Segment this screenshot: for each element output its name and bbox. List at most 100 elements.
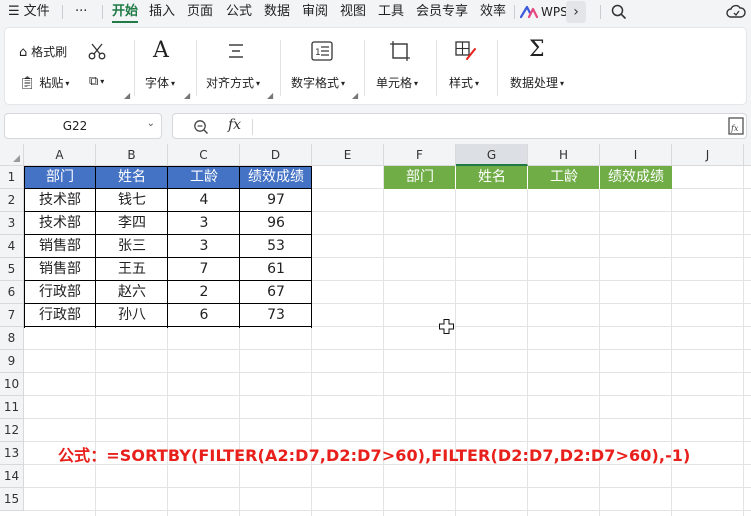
tab-insert[interactable]: 插入: [149, 3, 175, 21]
source-data-cell[interactable]: 行政部: [24, 304, 96, 327]
data-processing-button[interactable]: 数据处理 ▾: [510, 74, 564, 91]
source-header-cell[interactable]: 部门: [24, 166, 96, 189]
dialog-launcher-icon[interactable]: ◢: [352, 91, 358, 100]
source-data-cell[interactable]: 53: [240, 235, 312, 258]
row-header-11[interactable]: 11: [0, 396, 24, 419]
source-data-cell[interactable]: 67: [240, 281, 312, 304]
column-header-e[interactable]: E: [312, 144, 384, 166]
select-all-corner[interactable]: [0, 144, 24, 166]
source-data-cell[interactable]: 赵六: [96, 281, 168, 304]
file-menu[interactable]: ☰ 文件: [8, 3, 50, 21]
column-header-j[interactable]: J: [672, 144, 744, 166]
gridline-horizontal: [24, 487, 751, 488]
source-data-cell[interactable]: 61: [240, 258, 312, 281]
source-data-cell[interactable]: 3: [168, 235, 240, 258]
chevron-down-icon: ▾: [65, 79, 70, 88]
column-header-extra[interactable]: [744, 144, 751, 166]
style-button[interactable]: 样式 ▾: [449, 74, 479, 91]
source-data-cell[interactable]: 行政部: [24, 281, 96, 304]
result-header-cell[interactable]: 工龄: [528, 166, 600, 189]
cloud-sync-icon[interactable]: [726, 4, 746, 20]
source-data-cell[interactable]: 6: [168, 304, 240, 327]
row-header-4[interactable]: 4: [0, 235, 24, 258]
row-header-6[interactable]: 6: [0, 281, 24, 304]
row-header-5[interactable]: 5: [0, 258, 24, 281]
source-data-cell[interactable]: 97: [240, 189, 312, 212]
column-header-f[interactable]: F: [384, 144, 456, 166]
cell-button[interactable]: 单元格 ▾: [376, 74, 418, 91]
column-header-b[interactable]: B: [96, 144, 168, 166]
row-header-12[interactable]: 12: [0, 419, 24, 442]
row-header-13[interactable]: 13: [0, 442, 24, 465]
dialog-launcher-icon[interactable]: ◢: [267, 91, 273, 100]
source-data-cell[interactable]: 张三: [96, 235, 168, 258]
result-header-cell[interactable]: 部门: [384, 166, 456, 189]
row-header-7[interactable]: 7: [0, 304, 24, 327]
format-painter-button[interactable]: ⌂ 格式刷: [19, 43, 67, 60]
result-header-cell[interactable]: 姓名: [456, 166, 528, 189]
tab-efficiency[interactable]: 效率: [480, 3, 506, 21]
source-data-cell[interactable]: 销售部: [24, 235, 96, 258]
source-data-cell[interactable]: 技术部: [24, 212, 96, 235]
source-data-cell[interactable]: 技术部: [24, 189, 96, 212]
source-data-cell[interactable]: 李四: [96, 212, 168, 235]
formula-input[interactable]: fx fx: [172, 113, 747, 139]
row-header-10[interactable]: 10: [0, 373, 24, 396]
source-data-cell[interactable]: 2: [168, 281, 240, 304]
chevron-right-icon[interactable]: ›: [566, 1, 586, 23]
cut-icon[interactable]: [88, 42, 106, 60]
more-menu-button[interactable]: ···: [75, 3, 87, 21]
source-header-cell[interactable]: 绩效成绩: [240, 166, 312, 189]
search-icon[interactable]: [611, 4, 627, 20]
source-header-cell[interactable]: 姓名: [96, 166, 168, 189]
tab-home[interactable]: 开始: [112, 3, 138, 21]
copy-button[interactable]: ⧉ ▾: [89, 74, 104, 89]
alignment-button[interactable]: 对齐方式 ▾: [206, 74, 260, 91]
dialog-launcher-icon[interactable]: ◢: [184, 91, 190, 100]
row-header-8[interactable]: 8: [0, 327, 24, 350]
row-header-2[interactable]: 2: [0, 189, 24, 212]
row-header-14[interactable]: 14: [0, 465, 24, 488]
source-data-cell[interactable]: 3: [168, 212, 240, 235]
row-header-9[interactable]: 9: [0, 350, 24, 373]
table-border: [24, 166, 312, 167]
source-data-cell[interactable]: 7: [168, 258, 240, 281]
column-header-h[interactable]: H: [528, 144, 600, 166]
source-header-cell[interactable]: 工龄: [168, 166, 240, 189]
row-header-3[interactable]: 3: [0, 212, 24, 235]
source-data-cell[interactable]: 王五: [96, 258, 168, 281]
tab-formula[interactable]: 公式: [226, 3, 252, 21]
tab-data[interactable]: 数据: [264, 3, 290, 21]
tab-page[interactable]: 页面: [187, 3, 213, 21]
font-button[interactable]: 字体 ▾: [145, 74, 175, 91]
wps-logo-icon: [520, 5, 538, 19]
source-data-cell[interactable]: 钱七: [96, 189, 168, 212]
source-data-cell[interactable]: 73: [240, 304, 312, 327]
number-format-button[interactable]: 数字格式 ▾: [291, 74, 345, 91]
fx-icon[interactable]: fx: [228, 117, 241, 133]
source-data-cell[interactable]: 孙八: [96, 304, 168, 327]
tab-tools[interactable]: 工具: [378, 3, 404, 21]
source-data-cell[interactable]: 4: [168, 189, 240, 212]
name-box[interactable]: G22 ⌄: [4, 113, 162, 139]
chevron-down-icon[interactable]: ⌄: [147, 118, 155, 129]
column-header-c[interactable]: C: [168, 144, 240, 166]
tab-member[interactable]: 会员专享: [416, 3, 468, 21]
result-header-cell[interactable]: 绩效成绩: [600, 166, 672, 189]
column-header-g[interactable]: G: [456, 144, 528, 166]
source-data-cell[interactable]: 96: [240, 212, 312, 235]
wps-ai-button[interactable]: WPS: [520, 3, 568, 21]
spreadsheet-grid[interactable]: ABCDEFGHIJ 1 2 3 4 5 6 7 8 9 10 11 12 13 14 15 部门 姓名 工龄绩…: [0, 144, 751, 516]
tab-review[interactable]: 审阅: [302, 3, 328, 21]
column-header-i[interactable]: I: [600, 144, 672, 166]
column-header-a[interactable]: A: [24, 144, 96, 166]
row-header-15[interactable]: 15: [0, 488, 24, 511]
dialog-launcher-icon[interactable]: ◢: [124, 91, 130, 100]
zoom-icon[interactable]: [193, 119, 209, 135]
row-header-1[interactable]: 1: [0, 166, 24, 189]
paste-button[interactable]: 📋︎ 粘贴 ▾: [19, 74, 69, 91]
column-header-d[interactable]: D: [240, 144, 312, 166]
source-data-cell[interactable]: 销售部: [24, 258, 96, 281]
tab-view[interactable]: 视图: [340, 3, 366, 21]
expand-formula-icon[interactable]: fx: [728, 117, 744, 135]
